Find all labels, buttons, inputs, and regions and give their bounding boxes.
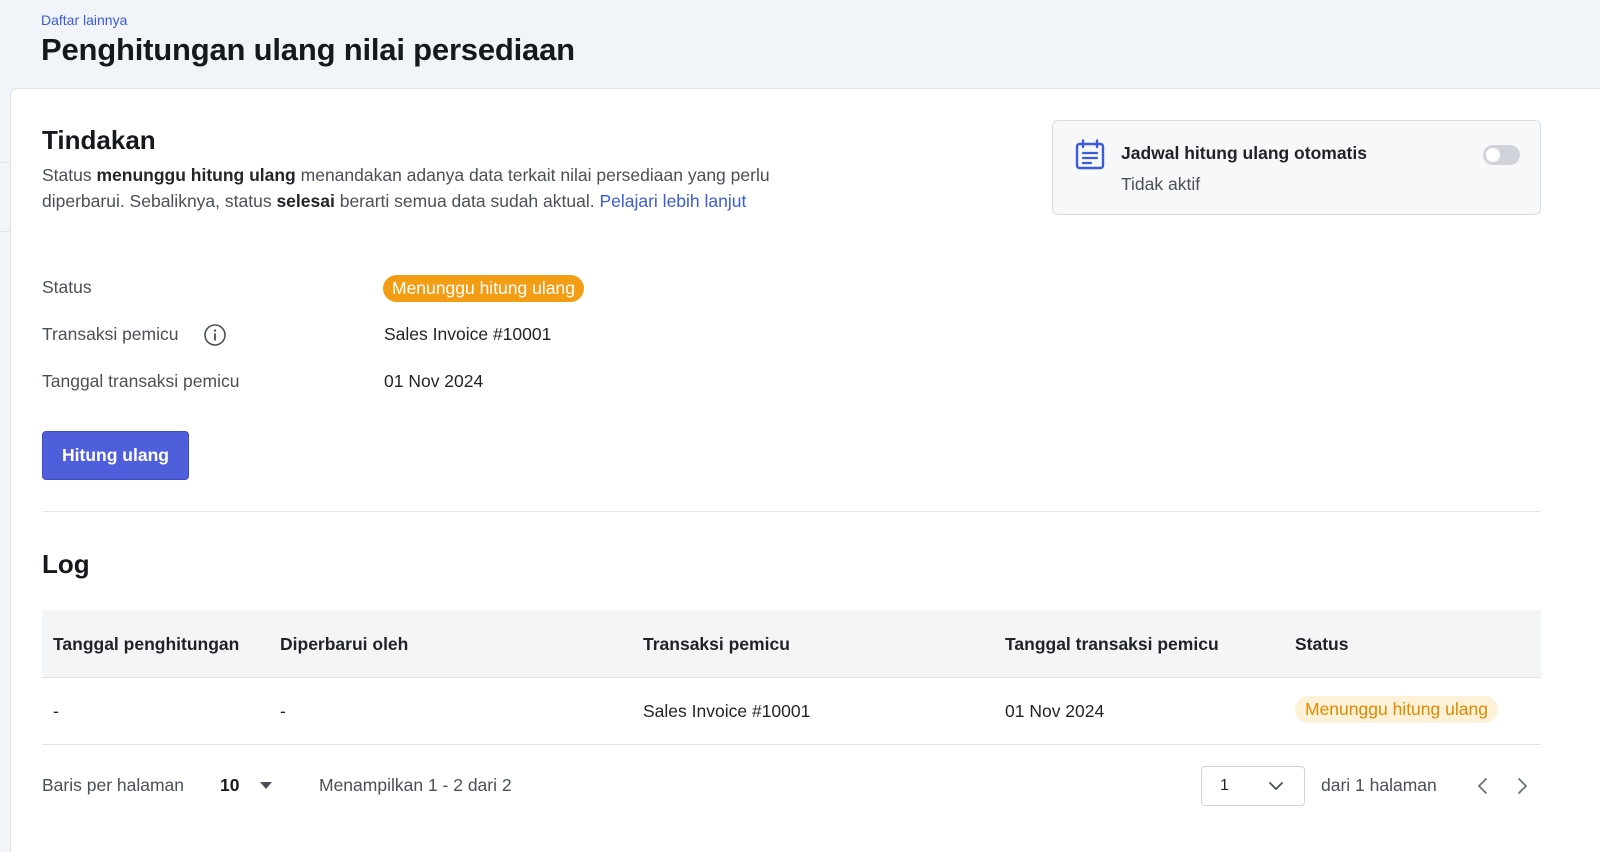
previous-page-icon[interactable] bbox=[1473, 775, 1493, 797]
desc-text: berarti semua data sudah aktual. bbox=[334, 191, 600, 211]
cell-trigger-date: 01 Nov 2024 bbox=[1005, 701, 1105, 721]
toggle-knob bbox=[1486, 148, 1500, 162]
breadcrumb-link[interactable]: Daftar lainnya bbox=[41, 12, 127, 28]
row-status-badge: Menunggu hitung ulang bbox=[1295, 696, 1498, 723]
trigger-value: Sales Invoice #10001 bbox=[384, 324, 552, 344]
column-header[interactable]: Diperbarui oleh bbox=[280, 610, 408, 678]
main-card: Tindakan Status menunggu hitung ulang me… bbox=[10, 88, 1600, 852]
table-row[interactable]: - - Sales Invoice #10001 01 Nov 2024 Men… bbox=[42, 678, 1541, 745]
desc-bold-waiting: menunggu hitung ulang bbox=[96, 165, 296, 185]
schedule-title: Jadwal hitung ulang otomatis bbox=[1121, 143, 1367, 163]
cell-trigger: Sales Invoice #10001 bbox=[643, 701, 811, 721]
learn-more-link[interactable]: Pelajari lebih lanjut bbox=[599, 191, 746, 211]
info-icon[interactable] bbox=[203, 323, 227, 347]
trigger-label: Transaksi pemicu bbox=[42, 324, 179, 344]
schedule-toggle[interactable] bbox=[1483, 145, 1520, 165]
total-pages: dari 1 halaman bbox=[1321, 775, 1437, 795]
calendar-list-icon bbox=[1075, 139, 1105, 170]
status-label: Status bbox=[42, 277, 92, 297]
auto-schedule-card: Jadwal hitung ulang otomatis Tidak aktif bbox=[1052, 120, 1541, 215]
desc-text: Status bbox=[42, 165, 97, 185]
trigger-date-label: Tanggal transaksi pemicu bbox=[42, 371, 240, 391]
cell-updated-by: - bbox=[280, 701, 286, 721]
log-section-title: Log bbox=[42, 549, 90, 579]
showing-range: Menampilkan 1 - 2 dari 2 bbox=[319, 775, 512, 795]
column-header[interactable]: Status bbox=[1295, 610, 1348, 678]
page-header: Daftar lainnya Penghitungan ulang nilai … bbox=[0, 0, 1600, 88]
next-page-icon[interactable] bbox=[1512, 775, 1532, 797]
schedule-status: Tidak aktif bbox=[1121, 174, 1201, 194]
rows-per-page-value: 10 bbox=[220, 775, 240, 795]
recalculate-button[interactable]: Hitung ulang bbox=[42, 431, 189, 480]
action-section-title: Tindakan bbox=[42, 125, 156, 155]
log-table-header: Tanggal penghitungan Diperbarui oleh Tra… bbox=[42, 610, 1541, 678]
rows-per-page-label: Baris per halaman bbox=[42, 775, 185, 795]
column-header[interactable]: Tanggal penghitungan bbox=[53, 610, 239, 678]
section-divider bbox=[42, 511, 1541, 512]
column-header[interactable]: Tanggal transaksi pemicu bbox=[1005, 610, 1219, 678]
desc-bold-done: selesai bbox=[276, 191, 335, 211]
column-header[interactable]: Transaksi pemicu bbox=[643, 610, 790, 678]
caret-down-icon bbox=[260, 782, 272, 789]
cell-calc-date: - bbox=[53, 701, 59, 721]
chevron-down-icon bbox=[1269, 782, 1283, 790]
action-description: Status menunggu hitung ulang menandakan … bbox=[42, 162, 802, 214]
page-number-select[interactable]: 1 bbox=[1201, 766, 1305, 806]
rows-per-page-select[interactable]: 10 bbox=[220, 773, 276, 799]
page-title: Penghitungan ulang nilai persediaan bbox=[41, 32, 575, 67]
trigger-date-value: 01 Nov 2024 bbox=[384, 371, 484, 391]
status-badge: Menunggu hitung ulang bbox=[383, 275, 584, 302]
sidebar-edge bbox=[0, 162, 10, 232]
page-number-value: 1 bbox=[1220, 777, 1229, 794]
